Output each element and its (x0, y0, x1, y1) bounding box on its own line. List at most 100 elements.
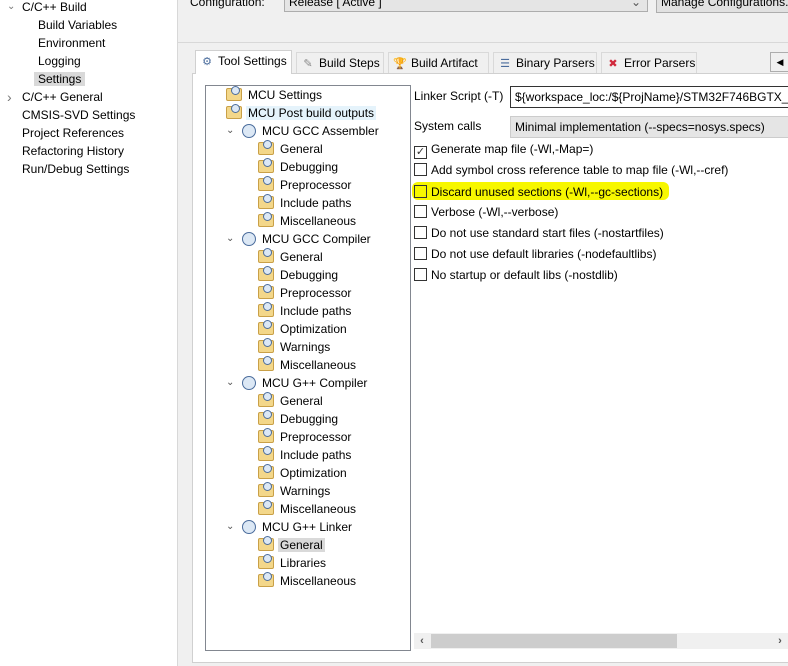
tab-label: Tool Settings (218, 54, 287, 68)
nav-item-c-c-general[interactable]: C/C++ General (22, 88, 103, 106)
tree-item[interactable]: Warnings (258, 338, 332, 356)
option-checkbox[interactable]: No startup or default libs (-nostdlib) (414, 266, 618, 284)
tree-item[interactable]: Miscellaneous (258, 500, 358, 518)
nav-item-label: Logging (38, 54, 81, 68)
tree-item[interactable]: Miscellaneous (258, 572, 358, 590)
tree-item[interactable]: ⌄ MCU GCC Assembler (226, 122, 381, 140)
checkbox-icon[interactable] (414, 163, 427, 176)
tree-item[interactable]: Include paths (258, 302, 353, 320)
tree-item-label: Optimization (280, 322, 347, 336)
tree-item[interactable]: MCU Post build outputs (226, 104, 377, 122)
tree-item[interactable]: Preprocessor (258, 176, 353, 194)
settings-folder-icon (258, 356, 274, 371)
checkbox-icon[interactable] (414, 185, 427, 198)
settings-folder-icon (258, 536, 274, 551)
settings-folder-icon (258, 572, 274, 587)
checkbox-icon[interactable] (414, 205, 427, 218)
nav-item-settings[interactable]: Settings (34, 70, 86, 88)
tree-item[interactable]: Debugging (258, 410, 340, 428)
tool-icon (242, 520, 256, 534)
tree-item[interactable]: General (258, 392, 325, 410)
chevron-down-icon[interactable]: ⌄ (226, 230, 234, 248)
tree-item[interactable]: ⌄ MCU G++ Linker (226, 518, 354, 536)
chevron-down-icon[interactable]: ⌄ (226, 122, 234, 140)
configuration-value: Release [ Active ] (289, 0, 382, 9)
settings-folder-icon (258, 194, 274, 209)
chevron-right-icon[interactable]: › (7, 88, 12, 106)
nav-item-environment[interactable]: Environment (38, 34, 105, 52)
settings-folder-icon (258, 428, 274, 443)
option-checkbox[interactable]: ✓ Generate map file (-Wl,-Map=) (414, 140, 594, 159)
option-checkbox[interactable]: Verbose (-Wl,--verbose) (414, 203, 558, 221)
nav-item-run-debug-settings[interactable]: Run/Debug Settings (22, 160, 129, 178)
nav-item-logging[interactable]: Logging (38, 52, 81, 70)
tree-item[interactable]: General (258, 248, 325, 266)
settings-folder-icon (258, 320, 274, 335)
nav-item-project-references[interactable]: Project References (22, 124, 124, 142)
option-label: Generate map file (-Wl,-Map=) (431, 142, 594, 156)
binary-icon: ☰ (500, 58, 510, 70)
tree-item[interactable]: Debugging (258, 158, 340, 176)
divider (178, 42, 788, 43)
manage-configurations-button[interactable]: Manage Configurations... (656, 0, 788, 13)
nav-item-cmsis-svd-settings[interactable]: CMSIS-SVD Settings (22, 106, 135, 124)
configuration-label: Configuration: (190, 0, 265, 9)
option-checkbox[interactable]: Do not use standard start files (-nostar… (414, 224, 664, 242)
chevron-down-icon[interactable]: ⌄ (226, 374, 234, 392)
tab-build-steps[interactable]: ✎ Build Steps (296, 52, 384, 73)
tree-item-label: Libraries (280, 556, 327, 570)
tree-item-label: MCU Settings (248, 88, 323, 102)
nav-item-refactoring-history[interactable]: Refactoring History (22, 142, 124, 160)
tree-item[interactable]: ⌄ MCU GCC Compiler (226, 230, 373, 248)
tree-item[interactable]: Preprocessor (258, 428, 353, 446)
option-checkbox[interactable]: Discard unused sections (-Wl,--gc-sectio… (412, 182, 670, 200)
nav-item-build-variables[interactable]: Build Variables (38, 16, 117, 34)
tool-icon (242, 232, 256, 246)
tree-item[interactable]: Include paths (258, 194, 353, 212)
tab-label: Error Parsers (624, 56, 696, 70)
chevron-down-icon[interactable]: ⌄ (7, 0, 15, 16)
tree-item[interactable]: Warnings (258, 482, 332, 500)
settings-folder-icon (258, 266, 274, 281)
tree-item[interactable]: Miscellaneous (258, 212, 358, 230)
error-icon: ✖ (608, 58, 618, 70)
tree-item[interactable]: Preprocessor (258, 284, 353, 302)
configuration-select[interactable]: Release [ Active ] ⌄ (284, 0, 648, 12)
tree-item[interactable]: General (258, 536, 325, 554)
tree-item[interactable]: Debugging (258, 266, 340, 284)
settings-folder-icon (258, 248, 274, 263)
settings-folder-icon (258, 212, 274, 227)
settings-folder-icon (258, 302, 274, 317)
system-calls-select[interactable]: Minimal implementation (--specs=nosys.sp… (510, 116, 788, 138)
scroll-right-icon[interactable]: › (772, 633, 788, 649)
horizontal-scrollbar[interactable]: ‹ › (414, 633, 788, 649)
scrollbar-thumb[interactable] (431, 634, 677, 648)
tree-item-label: General (280, 394, 323, 408)
tab-error-parsers[interactable]: ✖ Error Parsers (601, 52, 697, 73)
tree-item[interactable]: Miscellaneous (258, 356, 358, 374)
settings-folder-icon (258, 482, 274, 497)
checkbox-icon[interactable] (414, 268, 427, 281)
settings-folder-icon (258, 446, 274, 461)
checkbox-icon[interactable] (414, 247, 427, 260)
tree-item[interactable]: ⌄ MCU G++ Compiler (226, 374, 369, 392)
tree-item[interactable]: General (258, 140, 325, 158)
checkbox-checked-icon[interactable]: ✓ (414, 146, 427, 159)
tree-item[interactable]: Optimization (258, 464, 349, 482)
tree-item[interactable]: Libraries (258, 554, 328, 572)
tab-tool-settings[interactable]: ⚙ Tool Settings (195, 50, 292, 74)
nav-item-c-c-build[interactable]: C/C++ Build (22, 0, 87, 16)
chevron-down-icon[interactable]: ⌄ (226, 518, 234, 536)
tree-item[interactable]: MCU Settings (226, 86, 324, 104)
tree-item-label: Include paths (280, 196, 352, 210)
tab-scroll-left-button[interactable]: ◀ (770, 52, 788, 72)
checkbox-icon[interactable] (414, 226, 427, 239)
linker-script-input[interactable]: ${workspace_loc:/${ProjName}/STM32F746BG… (510, 86, 788, 108)
tree-item[interactable]: Optimization (258, 320, 349, 338)
option-checkbox[interactable]: Do not use default libraries (-nodefault… (414, 245, 656, 263)
option-checkbox[interactable]: Add symbol cross reference table to map … (414, 161, 728, 179)
tab-build-artifact[interactable]: 🏆 Build Artifact (388, 52, 489, 73)
scroll-left-icon[interactable]: ‹ (414, 633, 430, 649)
tree-item[interactable]: Include paths (258, 446, 353, 464)
tab-binary-parsers[interactable]: ☰ Binary Parsers (493, 52, 597, 73)
